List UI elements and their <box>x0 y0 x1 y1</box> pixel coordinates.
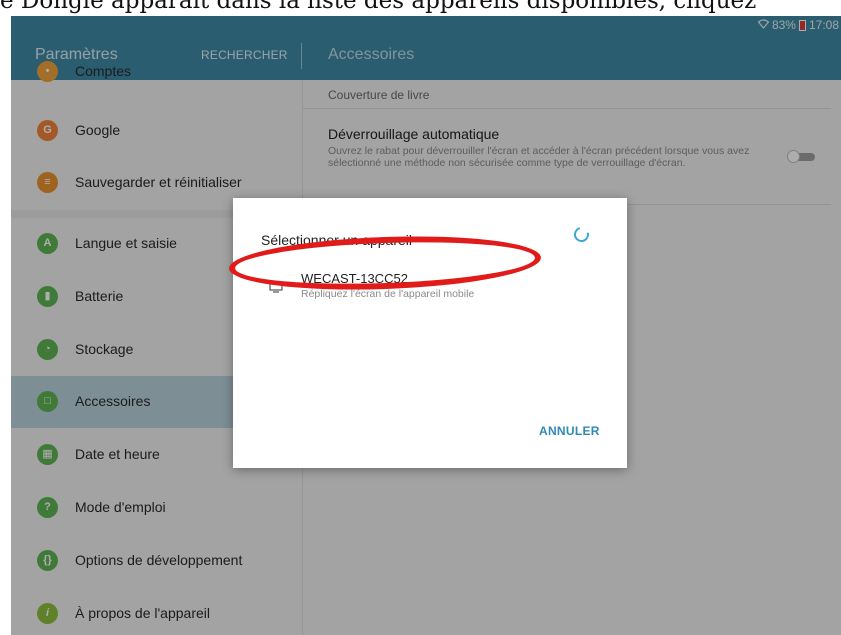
caption-strip: e Dongle apparaît dans la liste des appa… <box>0 0 841 16</box>
device-description: Répliquez l'écran de l'appareil mobile <box>301 288 475 300</box>
cancel-button[interactable]: ANNULER <box>539 424 600 438</box>
loading-spinner-icon <box>571 224 592 245</box>
caption-text: e Dongle apparaît dans la liste des appa… <box>0 0 757 14</box>
tablet-screen: 83% 17:08 Paramètres RECHERCHER Accessoi… <box>11 16 841 635</box>
